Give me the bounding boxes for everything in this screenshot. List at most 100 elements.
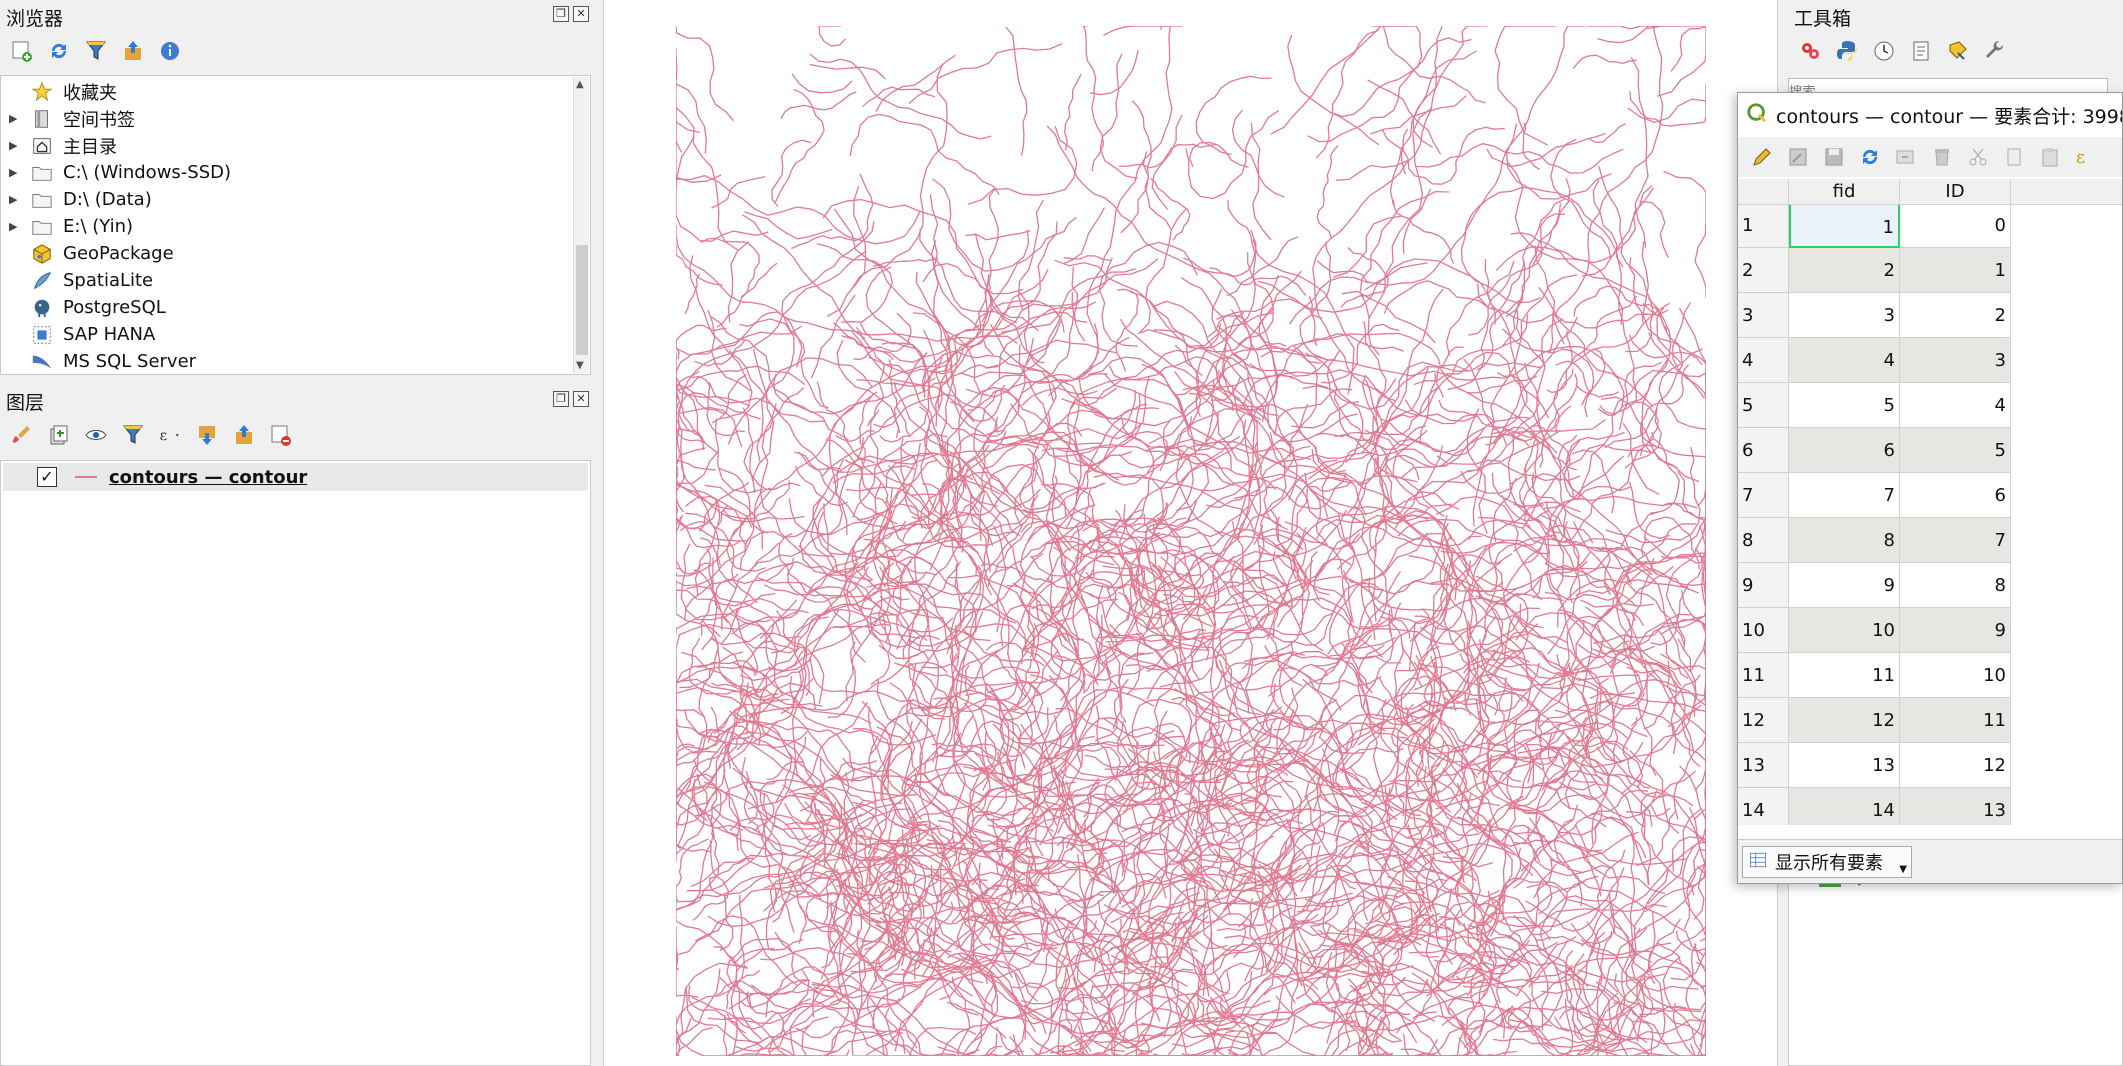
table-row[interactable]: 554 [1738,383,2122,428]
save-edits-icon[interactable] [1820,143,1848,171]
scroll-down-icon[interactable]: ▼ [576,360,584,371]
browser-item-sap-hana[interactable]: SAP HANA [1,321,571,348]
browser-item-spatial-bookmarks[interactable]: ▶ 空间书签 [1,105,571,132]
browser-tree[interactable]: 收藏夹 ▶ 空间书签 ▶ 主目录 ▶ C:\ (Windows-SSD) ▶ D… [0,75,591,375]
models-gear-icon[interactable] [1796,37,1824,65]
table-row[interactable]: 443 [1738,338,2122,383]
row-number[interactable]: 10 [1738,608,1789,653]
row-number[interactable]: 2 [1738,248,1789,293]
remove-layer-icon[interactable] [267,421,295,449]
cell-fid[interactable]: 7 [1789,473,1900,518]
expression-select-icon[interactable]: ε [2072,143,2100,171]
row-number[interactable]: 9 [1738,563,1789,608]
cell-id[interactable]: 7 [1900,518,2011,563]
cell-fid[interactable]: 10 [1789,608,1900,653]
collapse-all-icon[interactable] [119,37,147,65]
browser-item-postgresql[interactable]: PostgreSQL [1,294,571,321]
table-row[interactable]: 887 [1738,518,2122,563]
scroll-up-icon[interactable]: ▲ [576,79,584,90]
style-brush-icon[interactable] [8,421,36,449]
cell-id[interactable]: 8 [1900,563,2011,608]
filter-legend-icon[interactable] [119,421,147,449]
cell-fid[interactable]: 6 [1789,428,1900,473]
row-number[interactable]: 6 [1738,428,1789,473]
cell-fid[interactable]: 4 [1789,338,1900,383]
map-canvas[interactable] [603,0,1778,1066]
browser-item-favorites[interactable]: 收藏夹 [1,78,571,105]
cell-id[interactable]: 9 [1900,608,2011,653]
table-row[interactable]: 10 10 9 [1738,608,2122,653]
cell-id[interactable]: 2 [1900,293,2011,338]
column-header-id[interactable]: ID [1900,179,2011,205]
delete-feature-icon[interactable] [1928,143,1956,171]
info-icon[interactable] [156,37,184,65]
expand-arrow-icon[interactable]: ▶ [9,139,25,152]
cut-icon[interactable] [1964,143,1992,171]
cell-fid[interactable]: 14 [1789,788,1900,825]
expand-arrow-icon[interactable]: ▶ [9,193,25,206]
row-number[interactable]: 3 [1738,293,1789,338]
close-panel-icon[interactable]: ✕ [573,6,589,22]
browser-scrollbar[interactable]: ▲ ▼ [573,77,589,373]
cell-fid[interactable]: 3 [1789,293,1900,338]
cell-fid[interactable]: 2 [1789,248,1900,293]
row-number[interactable]: 14 [1738,788,1789,825]
table-row[interactable]: 776 [1738,473,2122,518]
table-row[interactable]: 665 [1738,428,2122,473]
table-row[interactable]: 12 12 11 [1738,698,2122,743]
cell-id[interactable]: 11 [1900,698,2011,743]
reload-icon[interactable] [1856,143,1884,171]
expand-arrow-icon[interactable]: ▶ [9,166,25,179]
float-panel-icon[interactable]: ❐ [553,391,569,407]
expand-all-icon[interactable] [193,421,221,449]
cell-id[interactable]: 0 [1900,205,2011,248]
cell-id[interactable]: 10 [1900,653,2011,698]
browser-item-mssql[interactable]: MS SQL Server [1,348,571,375]
float-panel-icon[interactable]: ❐ [553,6,569,22]
row-number[interactable]: 13 [1738,743,1789,788]
row-number[interactable]: 5 [1738,383,1789,428]
table-row[interactable]: 998 [1738,563,2122,608]
browser-item-spatialite[interactable]: SpatiaLite [1,267,571,294]
browser-item-home[interactable]: ▶ 主目录 [1,132,571,159]
expression-filter-icon[interactable]: ε [156,421,184,449]
close-panel-icon[interactable]: ✕ [573,391,589,407]
table-row[interactable]: 14 14 13 [1738,788,2122,825]
multi-edit-icon[interactable] [1784,143,1812,171]
cell-fid[interactable]: 5 [1789,383,1900,428]
column-header-fid[interactable]: fid [1789,179,1900,205]
cell-fid[interactable]: 8 [1789,518,1900,563]
refresh-icon[interactable] [45,37,73,65]
add-feature-icon[interactable] [1892,143,1920,171]
browser-item-drive-d[interactable]: ▶ D:\ (Data) [1,186,571,213]
browser-item-drive-c[interactable]: ▶ C:\ (Windows-SSD) [1,159,571,186]
browser-item-geopackage[interactable]: GeoPackage [1,240,571,267]
attribute-table-titlebar[interactable]: contours — contour — 要素合计: 3998, 过 [1738,93,2122,137]
expand-arrow-icon[interactable]: ▶ [9,220,25,233]
cell-id[interactable]: 1 [1900,248,2011,293]
table-row[interactable]: 332 [1738,293,2122,338]
layer-item-contours[interactable]: ✓ contours — contour [3,463,588,491]
visibility-eye-icon[interactable] [82,421,110,449]
row-number[interactable]: 4 [1738,338,1789,383]
row-number[interactable]: 8 [1738,518,1789,563]
python-icon[interactable] [1833,37,1861,65]
layer-visibility-checkbox[interactable]: ✓ [37,467,57,487]
add-group-icon[interactable] [45,421,73,449]
table-row[interactable]: 221 [1738,248,2122,293]
history-clock-icon[interactable] [1870,37,1898,65]
table-row[interactable]: 110 [1738,205,2122,248]
cell-id[interactable]: 13 [1900,788,2011,825]
show-all-features-button[interactable]: 显示所有要素 ▼ [1742,846,1912,878]
row-number[interactable]: 7 [1738,473,1789,518]
cell-id[interactable]: 5 [1900,428,2011,473]
row-number[interactable]: 12 [1738,698,1789,743]
results-document-icon[interactable] [1907,37,1935,65]
cell-id[interactable]: 4 [1900,383,2011,428]
cell-id[interactable]: 6 [1900,473,2011,518]
add-selected-layers-icon[interactable] [8,37,36,65]
cell-fid[interactable]: 11 [1789,653,1900,698]
row-number[interactable]: 1 [1738,205,1789,248]
cell-id[interactable]: 3 [1900,338,2011,383]
edit-features-icon[interactable] [1944,37,1972,65]
